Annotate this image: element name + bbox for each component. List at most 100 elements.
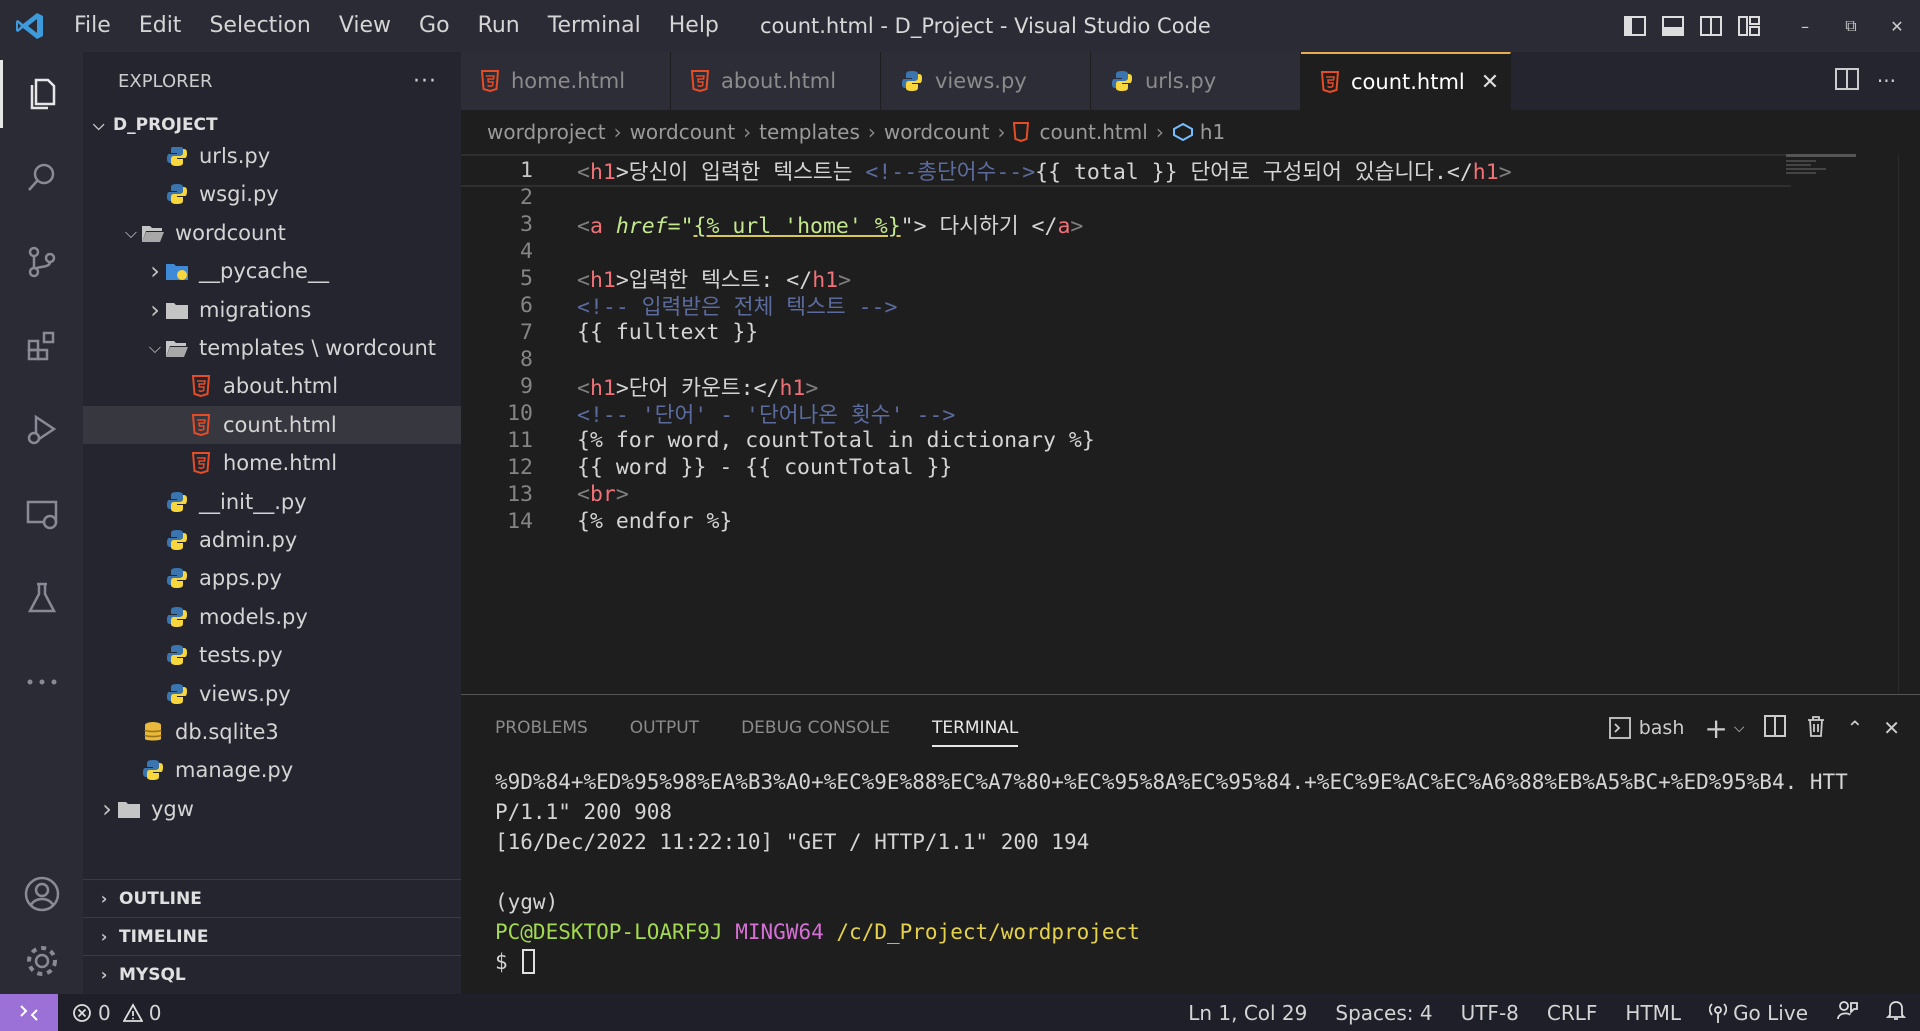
trash-icon[interactable] [1806, 715, 1826, 742]
tab-about-html[interactable]: about.html [671, 52, 881, 110]
panel-tab-terminal[interactable]: TERMINAL [931, 695, 1019, 761]
language-mode[interactable]: HTML [1625, 1001, 1681, 1025]
menu-selection[interactable]: Selection [195, 0, 324, 52]
remote-indicator-icon[interactable] [0, 994, 58, 1031]
toggle-secondary-sidebar-icon[interactable] [1692, 0, 1730, 52]
explorer-icon[interactable] [0, 52, 83, 136]
menu-file[interactable]: File [60, 0, 125, 52]
error-count: 0 [98, 1000, 111, 1025]
toggle-panel-icon[interactable] [1654, 0, 1692, 52]
terminal-output[interactable]: %9D%84+%ED%95%98%EA%B3%A0+%EC%9E%88%EC%A… [495, 767, 1905, 977]
editor-more-icon[interactable]: ··· [1877, 69, 1896, 93]
minimize-button[interactable]: – [1782, 0, 1828, 52]
menu-view[interactable]: View [325, 0, 405, 52]
source-control-icon[interactable] [0, 220, 83, 304]
feedback-icon[interactable] [1836, 999, 1858, 1026]
line-ending[interactable]: CRLF [1547, 1001, 1598, 1025]
customize-layout-icon[interactable] [1730, 0, 1768, 52]
tree-folder[interactable]: › ygw [83, 790, 461, 828]
restore-button[interactable]: ⧉ [1828, 0, 1874, 52]
menu-go[interactable]: Go [405, 0, 464, 52]
chevron-right-icon: › [867, 120, 876, 144]
tree-file[interactable]: apps.py [83, 559, 461, 597]
explorer-title: EXPLORER [118, 70, 213, 92]
timeline-section[interactable]: › TIMELINE [83, 917, 461, 955]
run-debug-icon[interactable] [0, 388, 83, 472]
extensions-icon[interactable] [0, 304, 83, 388]
menu-edit[interactable]: Edit [125, 0, 196, 52]
new-terminal-icon[interactable]: + [1704, 712, 1727, 745]
tab-home-html[interactable]: home.html [461, 52, 671, 110]
code-editor[interactable]: 1 <h1>당신이 입력한 텍스트는 <!--총단어수-->{{ total }… [461, 154, 1920, 694]
breadcrumb-item[interactable]: wordcount [884, 120, 990, 144]
more-views-icon[interactable] [0, 640, 83, 724]
line-number: 7 [520, 320, 533, 345]
testing-icon[interactable] [0, 556, 83, 640]
indentation[interactable]: Spaces: 4 [1335, 1001, 1432, 1025]
minimap[interactable] [1786, 154, 1856, 184]
close-window-button[interactable]: ✕ [1874, 0, 1920, 52]
tree-file[interactable]: views.py [83, 675, 461, 713]
accounts-icon[interactable] [0, 852, 83, 936]
timeline-label: TIMELINE [119, 926, 209, 947]
terminal-input-line[interactable]: $ [495, 947, 1905, 977]
go-live-button[interactable]: Go Live [1709, 1001, 1808, 1025]
tree-item-label: migrations [199, 297, 312, 322]
tab-label: home.html [511, 69, 626, 93]
tree-file[interactable]: count.html [83, 405, 461, 444]
explorer-sidebar: EXPLORER ··· ⌵ D_PROJECT urls.py wsgi.py ⌵… [83, 52, 461, 994]
editor-scrollbar[interactable] [1898, 154, 1920, 694]
chevron-down-icon[interactable]: ⌵ [1734, 720, 1745, 736]
terminal-shell-selector[interactable]: bash [1608, 717, 1684, 739]
panel-tab-debug-console[interactable]: DEBUG CONSOLE [741, 695, 890, 761]
menu-terminal[interactable]: Terminal [534, 0, 655, 52]
tree-file[interactable]: tests.py [83, 636, 461, 674]
panel-tab-output[interactable]: OUTPUT [630, 695, 699, 761]
tree-file[interactable]: models.py [83, 598, 461, 636]
chevron-down-icon: ⌵ [148, 338, 162, 357]
title-bar: File Edit Selection View Go Run Terminal… [0, 0, 1920, 52]
split-editor-icon[interactable] [1834, 68, 1859, 94]
tree-folder[interactable]: ⌵ templates \ wordcount [83, 329, 461, 367]
terminal-line: %9D%84+%ED%95%98%EA%B3%A0+%EC%9E%88%EC%A… [495, 770, 1848, 794]
search-icon[interactable] [0, 136, 83, 220]
toggle-primary-sidebar-icon[interactable] [1616, 0, 1654, 52]
menu-run[interactable]: Run [464, 0, 534, 52]
tree-file[interactable]: wsgi.py [83, 175, 461, 213]
tree-folder[interactable]: › migrations [83, 291, 461, 329]
tree-folder[interactable]: › __pycache__ [83, 252, 461, 290]
maximize-panel-icon[interactable]: ⌃ [1846, 716, 1863, 740]
tree-file[interactable]: db.sqlite3 [83, 713, 461, 751]
breadcrumb-item[interactable]: templates [759, 120, 860, 144]
tab-urls-py[interactable]: urls.py [1091, 52, 1301, 110]
encoding[interactable]: UTF-8 [1461, 1001, 1519, 1025]
menu-help[interactable]: Help [655, 0, 733, 52]
breadcrumb-item[interactable]: wordproject [487, 120, 606, 144]
cursor-position[interactable]: Ln 1, Col 29 [1188, 1001, 1307, 1025]
vscode-logo-icon[interactable] [0, 0, 60, 52]
mysql-section[interactable]: › MYSQL [83, 955, 461, 993]
problems-status[interactable]: 0 0 [72, 1001, 161, 1025]
tree-file[interactable]: urls.py [83, 147, 461, 175]
notifications-bell-icon[interactable] [1885, 999, 1907, 1026]
explorer-more-icon[interactable]: ··· [413, 69, 437, 94]
tab-views-py[interactable]: views.py [881, 52, 1091, 110]
tree-folder[interactable]: ⌵ wordcount [83, 214, 461, 252]
tree-file[interactable]: manage.py [83, 751, 461, 789]
project-folder-header[interactable]: ⌵ D_PROJECT [83, 110, 461, 140]
tree-file[interactable]: __init__.py [83, 483, 461, 521]
tab-count-html[interactable]: count.html ✕ [1301, 52, 1511, 110]
close-panel-icon[interactable]: ✕ [1883, 716, 1900, 740]
manage-gear-icon[interactable] [0, 928, 83, 994]
breadcrumb-item[interactable]: h1 [1200, 120, 1225, 144]
split-terminal-icon[interactable] [1764, 714, 1787, 742]
remote-explorer-icon[interactable] [0, 472, 83, 556]
breadcrumb-item[interactable]: wordcount [630, 120, 736, 144]
breadcrumb-item[interactable]: count.html [1039, 120, 1147, 144]
outline-section[interactable]: › OUTLINE [83, 879, 461, 917]
tree-file[interactable]: home.html [83, 444, 461, 482]
close-tab-icon[interactable]: ✕ [1481, 70, 1499, 95]
panel-tab-problems[interactable]: PROBLEMS [495, 695, 588, 761]
tree-file[interactable]: admin.py [83, 521, 461, 559]
tree-file[interactable]: about.html [83, 367, 461, 405]
